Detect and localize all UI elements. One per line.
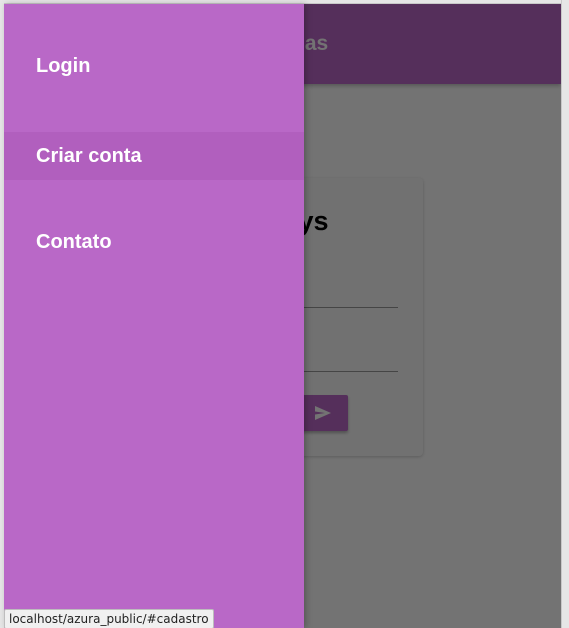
link-status-url: localhost/azura_public/#cadastro	[4, 609, 214, 628]
window-frame-right	[561, 0, 569, 628]
nav-item-login[interactable]: Login	[4, 42, 304, 90]
nav-item-contato[interactable]: Contato	[4, 218, 304, 266]
nav-item-criar-conta[interactable]: Criar conta	[4, 132, 304, 180]
navigation-drawer: Login Criar conta Contato	[4, 4, 304, 628]
